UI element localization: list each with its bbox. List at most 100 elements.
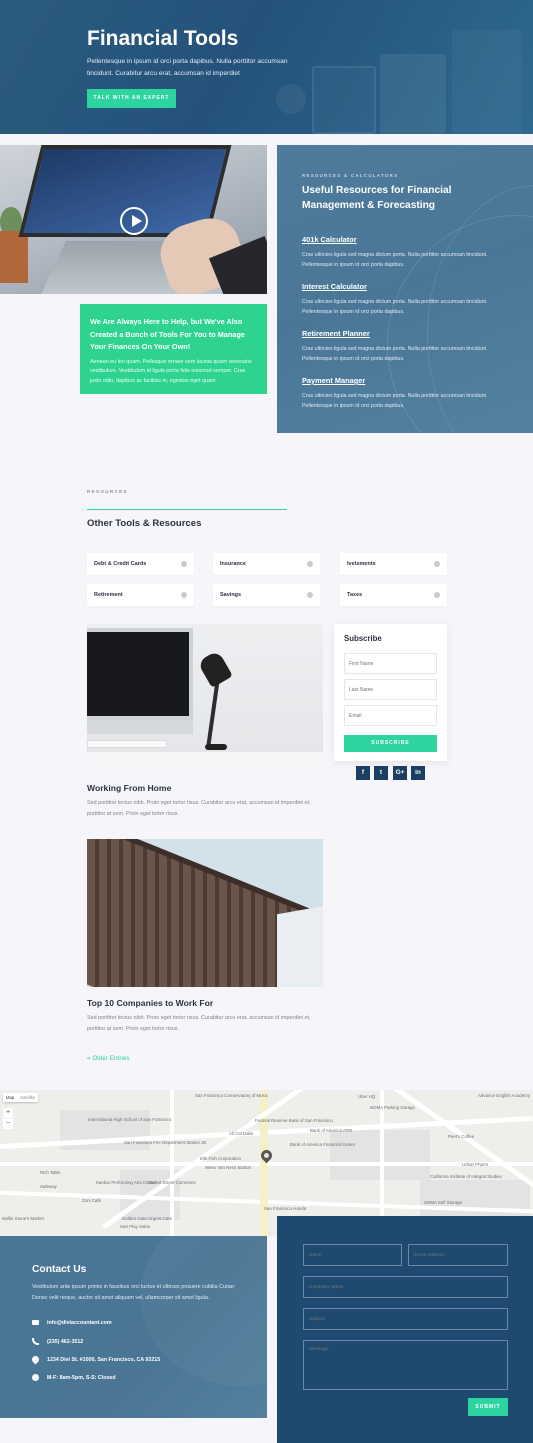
contact-phone-row: (235) 462-3512 xyxy=(32,1338,83,1345)
map-label: Urban Pharm xyxy=(462,1162,489,1167)
map-label: San Francisco Fire Department Station 36 xyxy=(124,1140,206,1145)
first-name-field[interactable] xyxy=(344,653,437,674)
background-deco xyxy=(140,1236,267,1386)
map-label: San Francisco Conservatory of Music xyxy=(195,1093,268,1098)
linkedin-icon[interactable]: in xyxy=(411,766,425,780)
map-label: Mollie Stone's Market xyxy=(2,1216,44,1221)
contact-address: 1234 Divi St. #1000, San Francisco, CA 9… xyxy=(47,1356,161,1363)
tool-investments[interactable]: Ivetsments xyxy=(340,553,447,575)
email-address-field[interactable] xyxy=(408,1244,508,1266)
resource-item: Payment Manager Cras ultricies ligula se… xyxy=(302,370,517,411)
post-excerpt: Sed porttitor lectus nibh. Proin eget to… xyxy=(87,1015,311,1032)
tool-taxes[interactable]: Taxes xyxy=(340,584,447,606)
tool-label: Debt & Credit Cards xyxy=(94,561,147,567)
facebook-icon[interactable]: f xyxy=(356,766,370,780)
hero-chart-deco xyxy=(276,84,306,114)
zoom-out-button[interactable]: − xyxy=(3,1119,13,1129)
contact-hours: M-F: 8am-5pm, S-S: Closed xyxy=(47,1374,116,1381)
map-label: Bank of America ATM xyxy=(310,1128,352,1133)
post-image-imac[interactable] xyxy=(87,624,323,770)
message-field[interactable] xyxy=(303,1340,508,1390)
map-label: San Francisco Honda xyxy=(264,1206,307,1211)
google-plus-icon[interactable]: G+ xyxy=(393,766,407,780)
post-excerpt: Sed porttitor lectus nibh. Proin eget to… xyxy=(87,800,311,817)
post-title[interactable]: Working From Home xyxy=(87,783,171,793)
talk-with-expert-button[interactable]: TALK WITH AN EXPERT xyxy=(87,89,176,108)
subscribe-button[interactable]: SUBSCRIBE xyxy=(344,735,437,752)
tool-label: Savings xyxy=(220,592,242,598)
map-label: NOMA Parking Garage xyxy=(370,1105,415,1110)
twitter-icon[interactable]: t xyxy=(374,766,388,780)
resources-panel: RESOURCES & CALCULATORS Useful Resources… xyxy=(277,145,533,433)
monitor-chin xyxy=(87,720,193,734)
map-label: SOMA Self Storage xyxy=(424,1200,463,1205)
help-card-text: Aenean eu leo quam. Pellesque ornare sem… xyxy=(90,358,252,384)
subject-field[interactable] xyxy=(303,1308,508,1330)
contact-text: Vestibulum ante ipsum primis in faucibus… xyxy=(32,1284,236,1301)
older-entries-link[interactable]: « Older Entries xyxy=(87,1055,130,1062)
map-label: Uber HQ xyxy=(358,1094,376,1099)
resource-text: Cras ultricies ligula sed magna dictum p… xyxy=(302,299,488,315)
tool-label: Retirement xyxy=(94,592,123,598)
map-label: Safeway xyxy=(40,1184,57,1189)
resource-link-interest[interactable]: Interest Calculator xyxy=(302,282,367,291)
map-label: Golden Gate Urgent Care xyxy=(122,1216,173,1221)
tool-debt-credit-cards[interactable]: Debt & Credit Cards xyxy=(87,553,194,575)
name-field[interactable] xyxy=(303,1244,402,1266)
submit-button[interactable]: SUBMIT xyxy=(468,1398,508,1416)
arrow-icon xyxy=(307,561,313,567)
arrow-icon xyxy=(434,561,440,567)
resource-text: Cras ultricies ligula sed magna dictum p… xyxy=(302,346,488,362)
resource-link-payment[interactable]: Payment Manager xyxy=(302,376,365,385)
resource-item: Interest Calculator Cras ultricies ligul… xyxy=(302,276,517,317)
post-title[interactable]: Top 10 Companies to Work For xyxy=(87,998,213,1008)
hero-section: Financial Tools Pellentesque in ipsum id… xyxy=(0,0,533,134)
arrow-icon xyxy=(434,592,440,598)
email-field[interactable] xyxy=(344,705,437,726)
map-road xyxy=(380,1090,384,1236)
resource-text: Cras ultricies ligula sed magna dictum p… xyxy=(302,252,488,268)
resource-link-retirement[interactable]: Retirement Planner xyxy=(302,329,370,338)
tool-label: Taxes xyxy=(347,592,363,598)
map-label: Peet's Coffee xyxy=(448,1134,475,1139)
lamp-head xyxy=(197,650,233,688)
lamp-arm xyxy=(206,678,220,748)
zoom-in-button[interactable]: + xyxy=(3,1108,13,1118)
help-card-title: We Are Always Here to Help, but We've Al… xyxy=(90,317,245,351)
tool-retirement[interactable]: Retirement xyxy=(87,584,194,606)
resource-text: Cras ultricies ligula sed magna dictum p… xyxy=(302,393,488,409)
phone-icon xyxy=(32,1338,39,1345)
hero-document-deco xyxy=(380,54,446,134)
map-label: Elle Fish Corporation xyxy=(200,1156,241,1161)
contact-hours-row: M-F: 8am-5pm, S-S: Closed xyxy=(32,1374,116,1381)
map-label: Federal Reserve Bank of San Francisco xyxy=(255,1118,333,1123)
subscribe-title: Subscribe xyxy=(344,634,382,643)
resources-eyebrow: RESOURCES & CALCULATORS xyxy=(302,173,399,178)
map-tab[interactable]: Map xyxy=(3,1095,17,1100)
arrow-icon xyxy=(181,592,187,598)
contact-info-panel: Contact Us Vestibulum ante ipsum primis … xyxy=(0,1236,267,1418)
map-label: All Cal Dalla xyxy=(229,1131,253,1136)
play-video-icon[interactable] xyxy=(120,207,148,235)
post-image-building[interactable] xyxy=(87,839,323,987)
tools-title: Other Tools & Resources xyxy=(87,518,202,529)
contact-phone[interactable]: (235) 462-3512 xyxy=(47,1339,83,1345)
plant-pot xyxy=(0,231,28,283)
tool-label: Insurance xyxy=(220,561,246,567)
last-name-field[interactable] xyxy=(344,679,437,700)
tool-label: Ivetsments xyxy=(347,561,376,567)
tools-eyebrow: RESOURCES xyxy=(87,489,128,494)
contact-email[interactable]: info@diviaccountant.com xyxy=(47,1320,112,1326)
map-label: Rich Table xyxy=(40,1170,61,1175)
satellite-tab[interactable]: Satellite xyxy=(17,1095,38,1100)
resource-link-401k[interactable]: 401k Calculator xyxy=(302,235,357,244)
resource-item: Retirement Planner Cras ultricies ligula… xyxy=(302,323,517,364)
company-name-field[interactable] xyxy=(303,1276,508,1298)
tool-insurance[interactable]: Insurance xyxy=(213,553,320,575)
subscribe-card: Subscribe SUBSCRIBE xyxy=(334,624,447,761)
lamp-base xyxy=(205,744,227,750)
map-label: Advance English Academy xyxy=(478,1093,530,1098)
tool-savings[interactable]: Savings xyxy=(213,584,320,606)
clock-icon xyxy=(32,1374,39,1381)
page-title: Financial Tools xyxy=(87,27,239,50)
